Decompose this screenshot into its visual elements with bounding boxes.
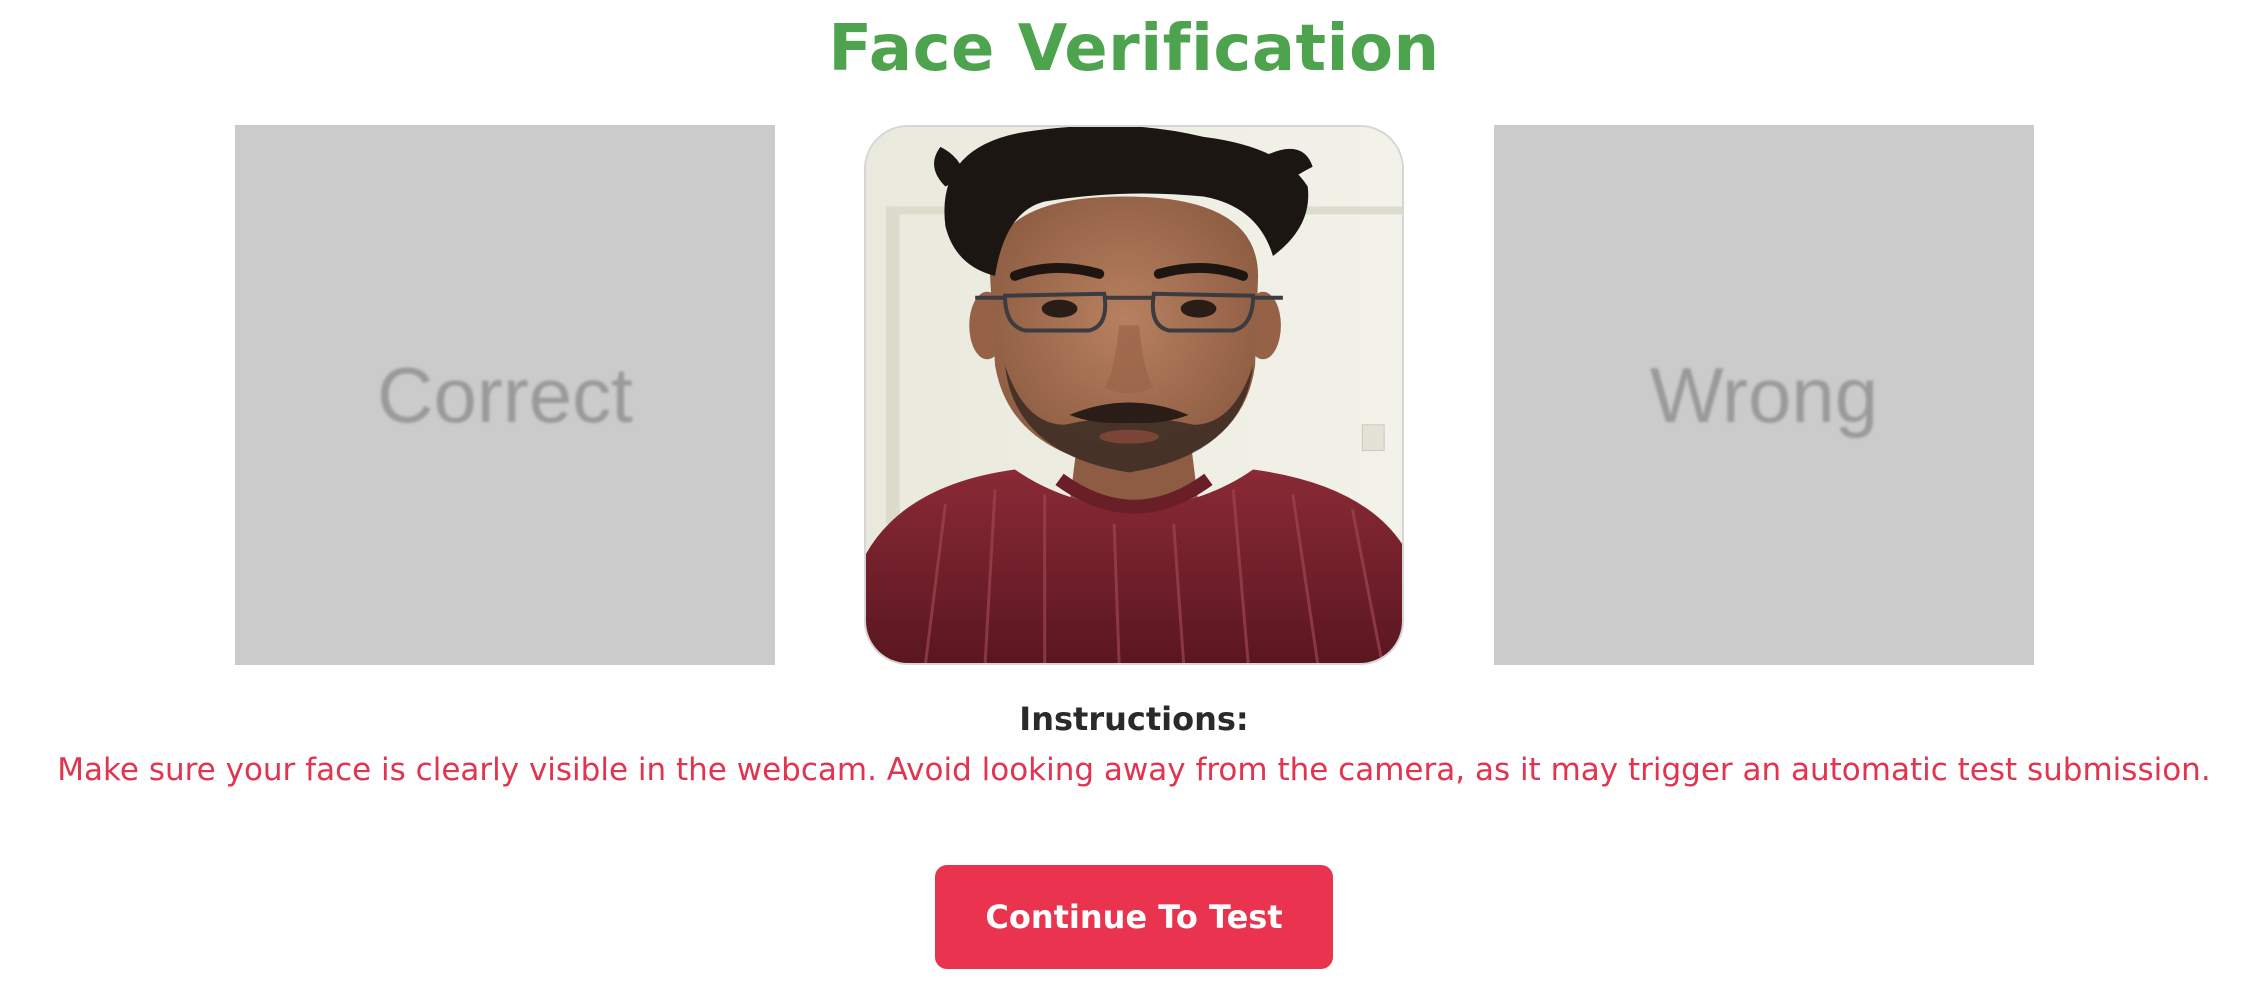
wrong-sample-label: Wrong	[1649, 350, 1879, 439]
wrong-sample-image: Wrong	[1494, 125, 2034, 665]
face-verification-page: Face Verification Correct Wrong Instruct…	[0, 0, 2268, 1006]
webcam-person-image	[866, 127, 1402, 663]
continue-to-test-button[interactable]: Continue To Test	[935, 865, 1333, 969]
correct-sample-image: Correct	[235, 125, 775, 665]
webcam-feed	[864, 125, 1404, 665]
correct-sample-label: Correct	[377, 350, 633, 439]
instructions-text: Make sure your face is clearly visible i…	[57, 752, 2211, 788]
page-title: Face Verification	[828, 12, 1440, 86]
instructions-heading: Instructions:	[1019, 700, 1249, 738]
